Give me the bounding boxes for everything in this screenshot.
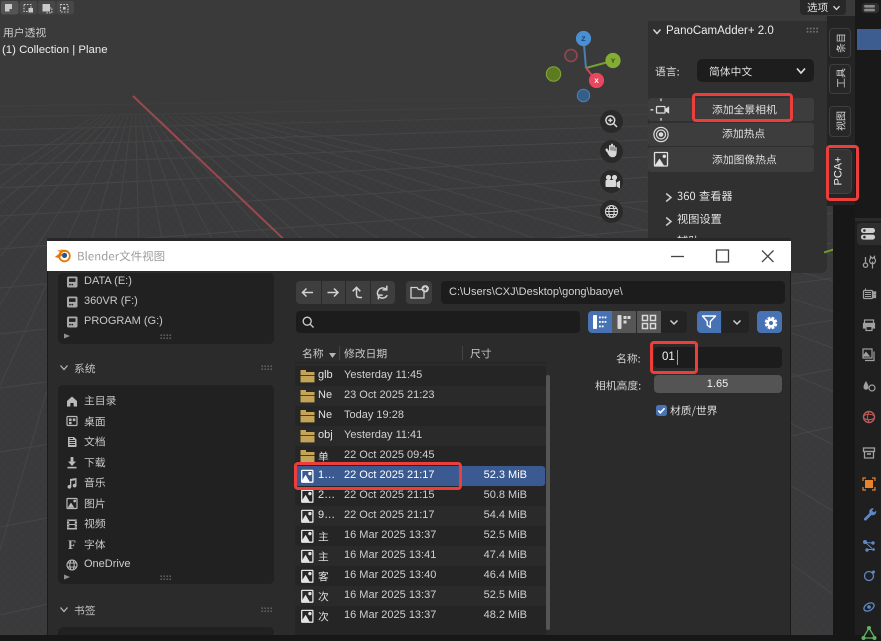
svg-text:Z: Z (581, 36, 585, 43)
svg-text:X: X (594, 78, 599, 85)
svg-text:F: F (68, 537, 76, 551)
svg-text:Y: Y (611, 58, 616, 65)
